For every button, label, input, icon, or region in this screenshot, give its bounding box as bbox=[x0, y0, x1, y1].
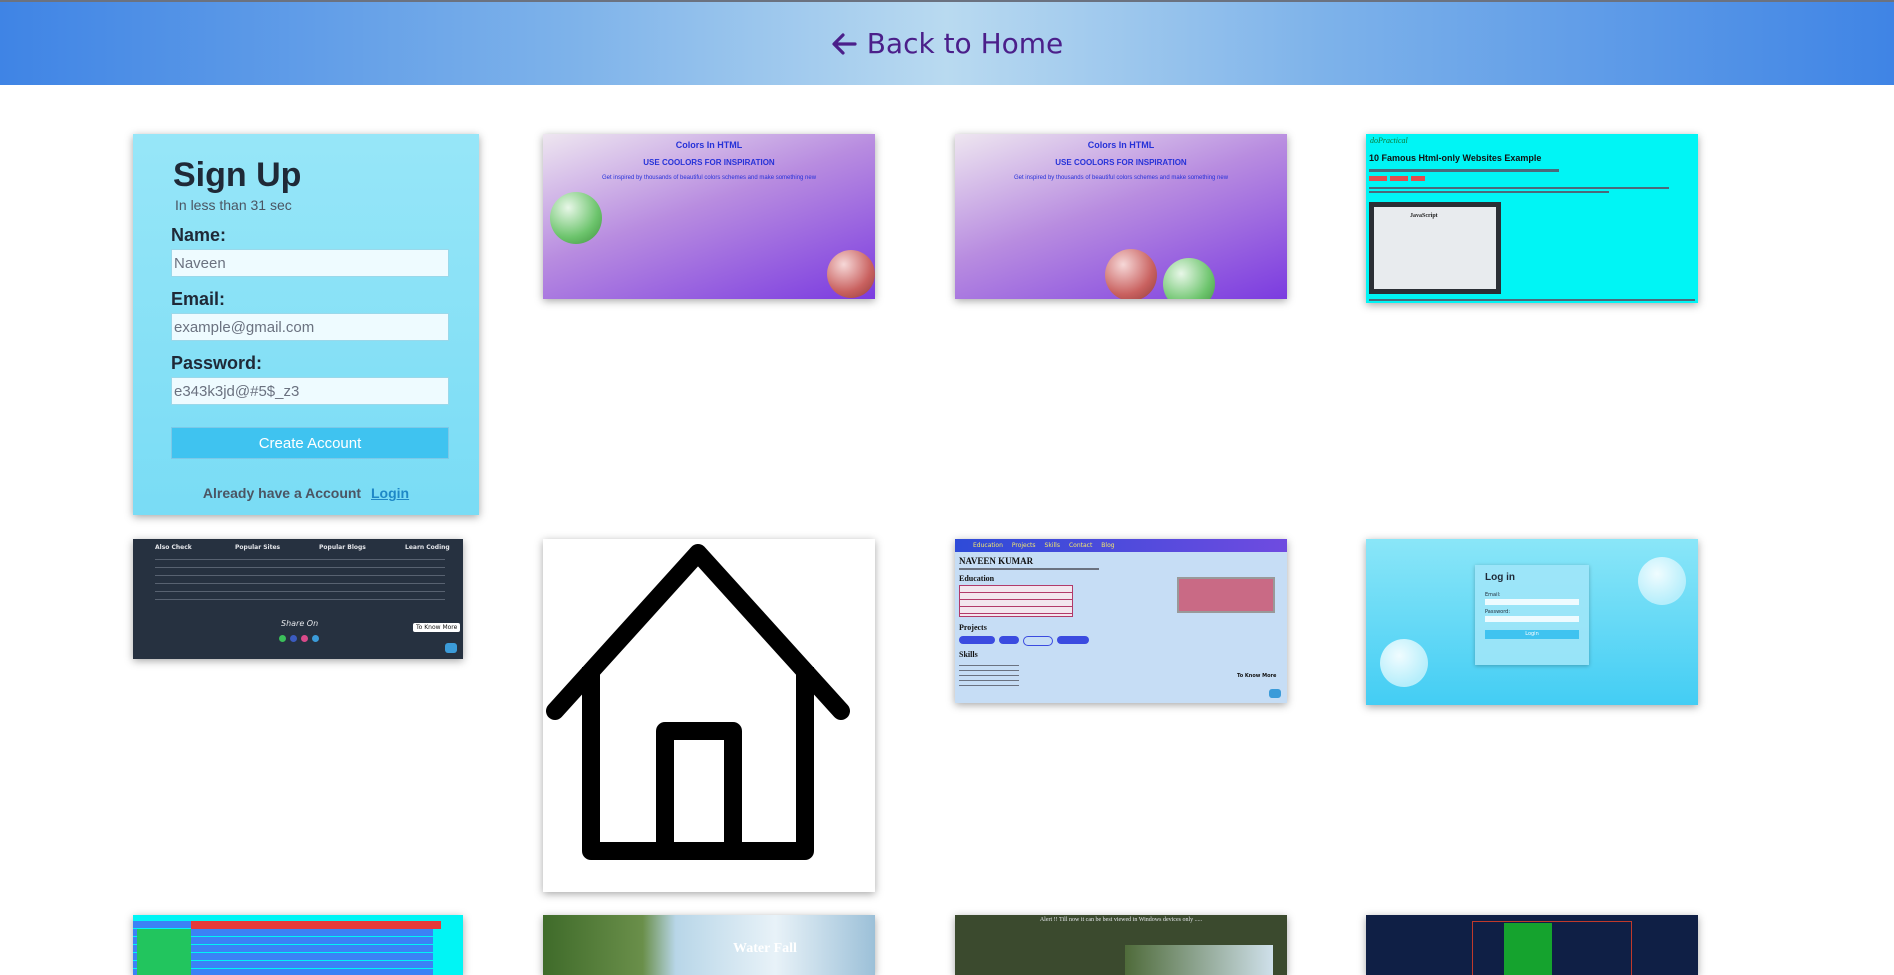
bubble bbox=[1380, 639, 1428, 687]
dark-preview-card[interactable] bbox=[1366, 915, 1698, 975]
back-to-home-link[interactable]: Back to Home bbox=[831, 27, 1064, 60]
famous-title: 10 Famous Html-only Websites Example bbox=[1369, 153, 1542, 163]
footer-col-3: Popular Blogs bbox=[319, 544, 366, 551]
portfolio-nav: Education Projects Skills Contact Blog bbox=[955, 539, 1287, 552]
login-preview-card[interactable]: Log in Email: Password: Login bbox=[1366, 539, 1698, 705]
famous-brand: doPractical bbox=[1370, 136, 1408, 145]
footer-col-4: Learn Coding bbox=[405, 544, 450, 551]
portfolio-name: NAVEEN KUMAR bbox=[959, 556, 1034, 566]
laptop-caption: JavaScript bbox=[1410, 213, 1438, 219]
already-account-label: Already have a Account bbox=[202, 485, 362, 501]
name-input[interactable] bbox=[171, 249, 449, 277]
login-title: Log in bbox=[1485, 572, 1515, 583]
signup-preview-card[interactable]: Sign Up In less than 31 sec Name: Email:… bbox=[133, 134, 479, 515]
alert-text: Alert !! Till now it can be best viewed … bbox=[1039, 917, 1203, 923]
footer-col-1: Also Check bbox=[155, 544, 192, 551]
alert-preview-card[interactable]: Alert !! Till now it can be best viewed … bbox=[955, 915, 1287, 975]
nav-education[interactable]: Education bbox=[973, 542, 1003, 549]
tag-row bbox=[1369, 176, 1698, 181]
login-password-label: Password: bbox=[1485, 609, 1511, 615]
footer-links bbox=[155, 554, 445, 604]
green-bar bbox=[1504, 923, 1552, 975]
signup-subtitle: In less than 31 sec bbox=[175, 197, 292, 213]
red-ball bbox=[827, 250, 875, 298]
colors-subtitle: USE COOLORS FOR INSPIRATION bbox=[643, 158, 775, 167]
famous-websites-preview-card[interactable]: doPractical 10 Famous Html-only Websites… bbox=[1366, 134, 1698, 303]
table-label-cell bbox=[137, 929, 191, 975]
nav-contact[interactable]: Contact bbox=[1069, 542, 1092, 549]
table-preview-card[interactable] bbox=[133, 915, 463, 975]
colors-title: Colors In HTML bbox=[675, 140, 743, 150]
chat-icon[interactable] bbox=[1269, 689, 1281, 698]
footer-preview-card[interactable]: Also Check Popular Sites Popular Blogs L… bbox=[133, 539, 463, 659]
nav-projects[interactable]: Projects bbox=[1012, 542, 1036, 549]
home-icon-preview-card[interactable] bbox=[543, 539, 875, 892]
nav-blog[interactable]: Blog bbox=[1101, 542, 1114, 549]
back-to-home-label: Back to Home bbox=[866, 27, 1064, 60]
signup-title: Sign Up bbox=[173, 156, 302, 194]
arrow-left-icon bbox=[832, 32, 857, 55]
already-account-text: Already have a Account Login bbox=[163, 485, 449, 501]
portfolio-preview-card[interactable]: Education Projects Skills Contact Blog N… bbox=[955, 539, 1287, 703]
chat-icon[interactable] bbox=[445, 643, 457, 653]
name-label: Name: bbox=[171, 225, 227, 245]
share-icons bbox=[279, 635, 319, 642]
login-form: Log in Email: Password: Login bbox=[1475, 565, 1589, 665]
password-input[interactable] bbox=[171, 377, 449, 405]
section-skills: Skills bbox=[959, 650, 978, 659]
waterfall-title: Water Fall bbox=[733, 941, 797, 956]
login-email-input[interactable] bbox=[1485, 599, 1579, 605]
login-link[interactable]: Login bbox=[371, 485, 409, 501]
portfolio-photo bbox=[1177, 577, 1275, 613]
section-projects: Projects bbox=[959, 623, 987, 632]
share-on-label: Share On bbox=[281, 619, 319, 628]
alert-image bbox=[1125, 945, 1273, 975]
laptop-image: JavaScript bbox=[1369, 202, 1501, 294]
education-table bbox=[959, 585, 1073, 617]
colors-title: Colors In HTML bbox=[1087, 140, 1155, 150]
login-password-input[interactable] bbox=[1485, 616, 1579, 622]
green-ball bbox=[1163, 258, 1215, 299]
red-box bbox=[1472, 921, 1632, 975]
text-line bbox=[1369, 169, 1559, 172]
colors-preview-card-1[interactable]: Colors In HTML USE COOLORS FOR INSPIRATI… bbox=[543, 134, 875, 299]
bubble bbox=[1638, 557, 1686, 605]
colors-line: Get inspired by thousands of beautiful c… bbox=[1013, 175, 1229, 181]
colors-preview-card-2[interactable]: Colors In HTML USE COOLORS FOR INSPIRATI… bbox=[955, 134, 1287, 299]
nav-skills[interactable]: Skills bbox=[1045, 542, 1060, 549]
skills-list bbox=[959, 661, 1019, 687]
create-account-button[interactable]: Create Account bbox=[171, 427, 449, 459]
header-bar: Back to Home bbox=[0, 0, 1894, 85]
email-input[interactable] bbox=[171, 313, 449, 341]
password-label: Password: bbox=[171, 353, 263, 373]
colors-subtitle: USE COOLORS FOR INSPIRATION bbox=[1055, 158, 1187, 167]
table-header bbox=[191, 921, 441, 929]
email-label: Email: bbox=[171, 289, 226, 309]
waterfall-preview-card[interactable]: Water Fall bbox=[543, 915, 875, 975]
login-email-label: Email: bbox=[1485, 592, 1501, 598]
red-ball bbox=[1105, 249, 1157, 299]
green-ball bbox=[550, 192, 602, 244]
know-more-badge[interactable]: To Know More bbox=[413, 623, 461, 632]
login-button[interactable]: Login bbox=[1485, 630, 1579, 639]
colors-line: Get inspired by thousands of beautiful c… bbox=[601, 175, 817, 181]
house-icon bbox=[546, 544, 850, 860]
project-buttons bbox=[959, 636, 1287, 646]
know-more-badge[interactable]: To Know More bbox=[1237, 673, 1276, 679]
footer-col-2: Popular Sites bbox=[235, 544, 281, 551]
